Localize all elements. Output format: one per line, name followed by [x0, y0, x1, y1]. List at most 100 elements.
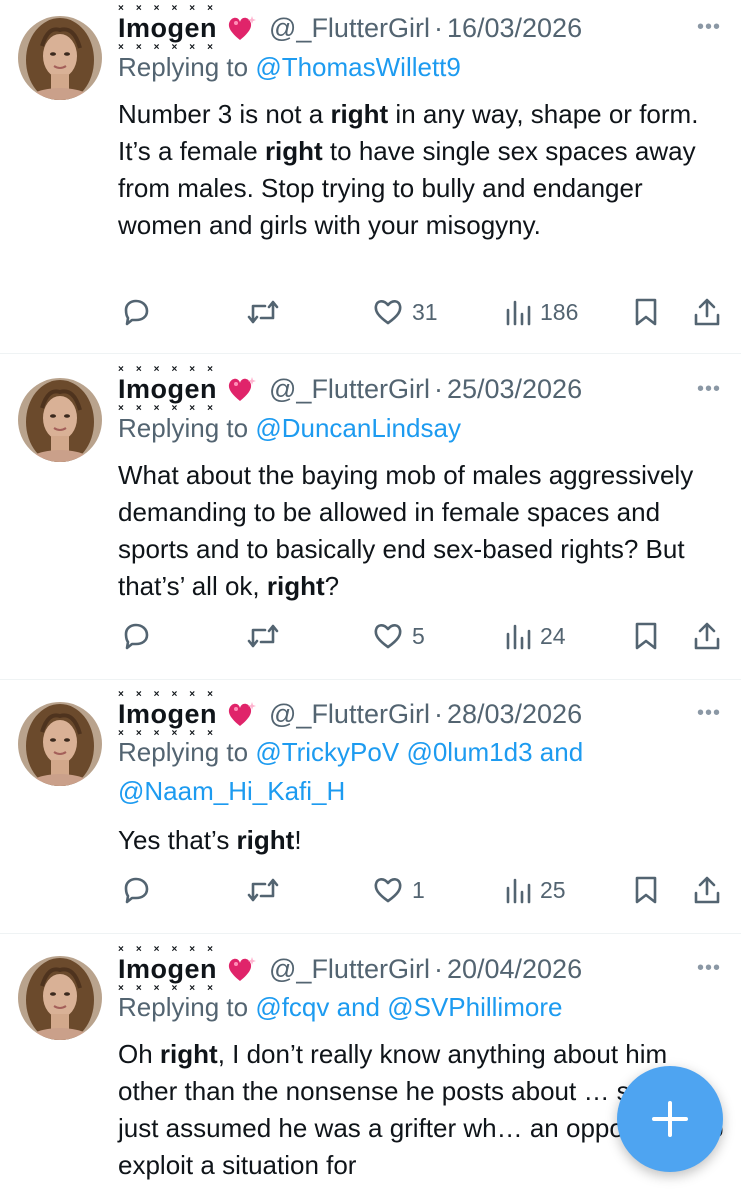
like-count: 31 — [412, 298, 438, 325]
more-options-icon[interactable]: ••• — [697, 16, 721, 39]
tweet-text: What about the baying mob of males aggre… — [118, 457, 728, 605]
reply-mention-link[interactable]: @fcqv and @SVPhillimore — [255, 992, 562, 1022]
display-name-text: Imogen — [118, 373, 218, 404]
tweet-header: × × × × × × Imogen × × × × × × @_Flutter… — [118, 364, 582, 413]
like-button[interactable]: 31 — [372, 292, 438, 332]
display-name[interactable]: × × × × × × Imogen × × × × × × — [118, 689, 217, 738]
bold-highlight: right — [264, 136, 323, 166]
share-icon — [694, 298, 720, 326]
reply-button[interactable] — [120, 870, 152, 910]
avatar[interactable] — [18, 702, 102, 786]
user-handle[interactable]: @_FlutterGirl — [269, 374, 430, 405]
separator-dot: · — [433, 698, 443, 729]
sparkling-heart-icon — [227, 700, 257, 728]
avatar[interactable] — [18, 378, 102, 462]
share-button[interactable] — [692, 616, 722, 656]
retweet-icon — [247, 300, 279, 324]
display-name[interactable]: × × × × × × Imogen × × × × × × — [118, 364, 218, 413]
replying-to: Replying to @fcqv and @SVPhillimore — [118, 988, 721, 1027]
bookmark-button[interactable] — [632, 616, 660, 656]
more-options-icon[interactable]: ••• — [697, 957, 721, 980]
bookmark-button[interactable] — [632, 292, 660, 332]
bookmark-button[interactable] — [632, 870, 660, 910]
text-span: What about the baying mob of males aggre… — [118, 460, 694, 601]
tweet-header: × × × × × × Imogen × × × × × × @_Flutter… — [118, 3, 582, 52]
name-decoration-top: × × × × × × — [118, 943, 218, 955]
user-handle[interactable]: @_FlutterGirl — [269, 954, 430, 985]
tweet-date[interactable]: 20/04/2026 — [447, 954, 582, 985]
avatar[interactable] — [18, 956, 102, 1040]
tweet-date[interactable]: 28/03/2026 — [447, 699, 582, 730]
replying-to-prefix: Replying to — [118, 413, 249, 443]
display-name-text: Imogen — [118, 12, 218, 43]
user-handle[interactable]: @_FlutterGirl — [269, 13, 430, 44]
share-icon — [694, 876, 720, 904]
views-button[interactable]: 24 — [504, 616, 566, 656]
reply-mention-link[interactable]: @0lum1d3 and — [406, 737, 583, 767]
user-handle[interactable]: @_FlutterGirl — [269, 699, 430, 730]
tweet-actions: 1 25 — [118, 870, 724, 910]
tweet[interactable]: × × × × × × Imogen × × × × × × @_Flutter… — [0, 934, 741, 1200]
reply-mention-link[interactable]: @DuncanLindsay — [255, 413, 461, 443]
replying-to: Replying to @DuncanLindsay — [118, 409, 721, 448]
more-options-icon[interactable]: ••• — [697, 702, 721, 725]
tweet-text: Number 3 is not a right in any way, shap… — [118, 96, 728, 244]
avatar[interactable] — [18, 16, 102, 100]
like-button[interactable]: 1 — [372, 870, 425, 910]
tweet[interactable]: × × × × × × Imogen × × × × × × @_Flutter… — [0, 0, 741, 354]
more-options-icon[interactable]: ••• — [697, 378, 721, 401]
like-icon — [374, 878, 402, 903]
tweet-header: × × × × × × Imogen × × × × × × @_Flutter… — [118, 689, 582, 738]
retweet-button[interactable] — [245, 616, 281, 656]
bold-highlight: right — [159, 1039, 218, 1069]
tweet-actions: 31 186 — [118, 292, 724, 332]
like-button[interactable]: 5 — [372, 616, 425, 656]
views-icon — [506, 300, 531, 326]
share-button[interactable] — [692, 870, 722, 910]
replying-to-prefix: Replying to — [118, 992, 249, 1022]
text-span: Number 3 is not a — [118, 99, 331, 129]
separator-dot: · — [433, 373, 443, 404]
reply-icon — [124, 877, 149, 904]
bookmark-icon — [635, 298, 657, 326]
display-name-text: Imogen — [118, 953, 218, 984]
reply-icon — [124, 299, 149, 326]
reply-button[interactable] — [120, 616, 152, 656]
retweet-button[interactable] — [245, 870, 281, 910]
separator-dot: · — [433, 953, 443, 984]
compose-button[interactable] — [617, 1066, 723, 1172]
views-count: 186 — [540, 298, 579, 325]
sparkling-heart-icon — [227, 375, 257, 403]
display-name[interactable]: × × × × × × Imogen × × × × × × — [118, 944, 218, 993]
tweet[interactable]: × × × × × × Imogen × × × × × × @_Flutter… — [0, 354, 741, 680]
retweet-icon — [247, 878, 279, 902]
views-icon — [506, 624, 531, 650]
bookmark-icon — [635, 622, 657, 650]
display-name[interactable]: × × × × × × Imogen × × × × × × — [118, 3, 218, 52]
views-icon — [506, 878, 531, 904]
plus-icon — [652, 1101, 688, 1137]
views-button[interactable]: 186 — [504, 292, 578, 332]
sparkling-heart-icon — [227, 955, 257, 983]
replying-to: Replying to @TrickyPoV @0lum1d3 and @Naa… — [118, 733, 678, 811]
name-decoration-top: × × × × × × — [118, 2, 218, 14]
tweet-date[interactable]: 25/03/2026 — [447, 374, 582, 405]
reply-icon — [124, 623, 149, 650]
name-decoration-top: × × × × × × — [118, 688, 218, 700]
tweet-date[interactable]: 16/03/2026 — [447, 13, 582, 44]
reply-mention-link[interactable]: @Naam_Hi_Kafi_H — [118, 776, 345, 806]
reply-mention-link[interactable]: @ThomasWillett9 — [255, 52, 461, 82]
reply-mention-link[interactable]: @TrickyPoV — [255, 737, 399, 767]
like-count: 5 — [412, 622, 425, 649]
tweet-text: Yes that’s right! — [118, 822, 728, 859]
retweet-button[interactable] — [245, 292, 281, 332]
reply-button[interactable] — [120, 292, 152, 332]
share-button[interactable] — [692, 292, 722, 332]
bookmark-icon — [635, 876, 657, 904]
like-icon — [374, 300, 402, 325]
bold-highlight: right — [330, 99, 389, 129]
separator-dot: · — [433, 12, 443, 43]
tweet[interactable]: × × × × × × Imogen × × × × × × @_Flutter… — [0, 680, 741, 934]
views-button[interactable]: 25 — [504, 870, 566, 910]
tweet-actions: 5 24 — [118, 616, 724, 656]
